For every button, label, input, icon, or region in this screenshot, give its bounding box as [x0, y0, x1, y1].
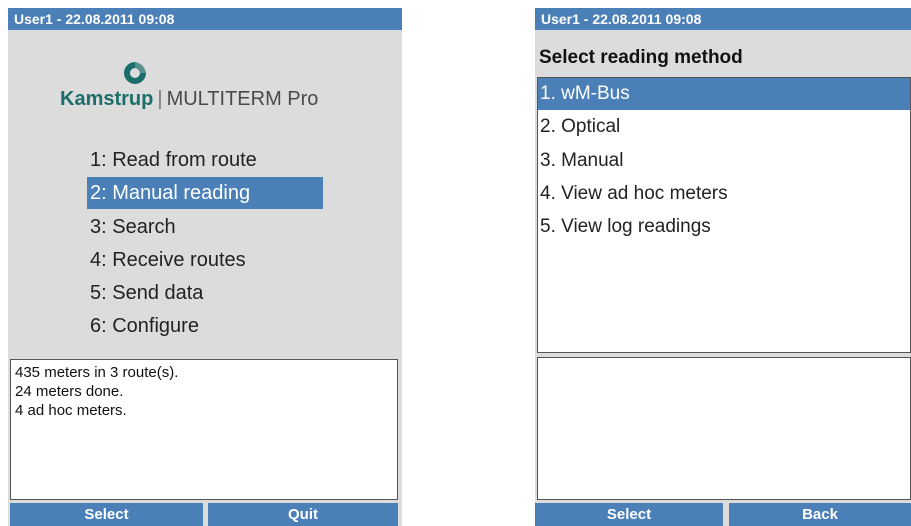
info-line-meters-in-routes: 435 meters in 3 route(s).	[15, 364, 179, 381]
route-info-panel: 435 meters in 3 route(s). 24 meters done…	[10, 359, 398, 500]
menu-item-read-from-route[interactable]: 1: Read from route	[87, 144, 323, 176]
menu-item-configure[interactable]: 6: Configure	[87, 310, 323, 342]
kamstrup-logo: Kamstrup | MULTITERM Pro	[8, 60, 402, 120]
menu-item-send-data[interactable]: 5: Send data	[87, 277, 323, 309]
product-name: MULTITERM Pro	[166, 88, 319, 110]
details-panel	[537, 357, 911, 500]
quit-button[interactable]: Quit	[208, 503, 398, 526]
main-menu: 1: Read from route 2: Manual reading 3: …	[87, 144, 323, 344]
brand-name: Kamstrup	[60, 88, 154, 110]
method-item-manual[interactable]: 3. Manual	[538, 145, 910, 177]
menu-item-receive-routes[interactable]: 4: Receive routes	[87, 244, 323, 276]
method-item-view-log-readings[interactable]: 5. View log readings	[538, 211, 910, 243]
status-title-bar: User1 - 22.08.2011 09:08	[8, 8, 402, 30]
info-line-ad-hoc-meters: 4 ad hoc meters.	[15, 402, 127, 419]
kamstrup-logo-icon	[124, 62, 146, 84]
select-button[interactable]: Select	[10, 503, 203, 526]
select-button[interactable]: Select	[535, 503, 723, 526]
main-menu-screen: User1 - 22.08.2011 09:08 Kamstrup | MULTIT…	[8, 8, 402, 526]
page-title: Select reading method	[539, 47, 743, 68]
logo-text: Kamstrup | MULTITERM Pro	[60, 88, 318, 111]
method-item-optical[interactable]: 2. Optical	[538, 111, 910, 143]
menu-item-search[interactable]: 3: Search	[87, 211, 323, 243]
logo-separator: |	[157, 88, 163, 110]
method-item-view-ad-hoc-meters[interactable]: 4. View ad hoc meters	[538, 178, 910, 210]
status-title-bar: User1 - 22.08.2011 09:08	[535, 8, 911, 30]
back-button[interactable]: Back	[729, 503, 911, 526]
info-line-meters-done: 24 meters done.	[15, 383, 124, 400]
menu-item-manual-reading[interactable]: 2: Manual reading	[87, 177, 323, 210]
reading-method-list: 1. wM-Bus 2. Optical 3. Manual 4. View a…	[537, 77, 911, 353]
reading-method-screen: User1 - 22.08.2011 09:08 Select reading …	[535, 8, 911, 526]
method-item-wm-bus[interactable]: 1. wM-Bus	[538, 78, 910, 110]
